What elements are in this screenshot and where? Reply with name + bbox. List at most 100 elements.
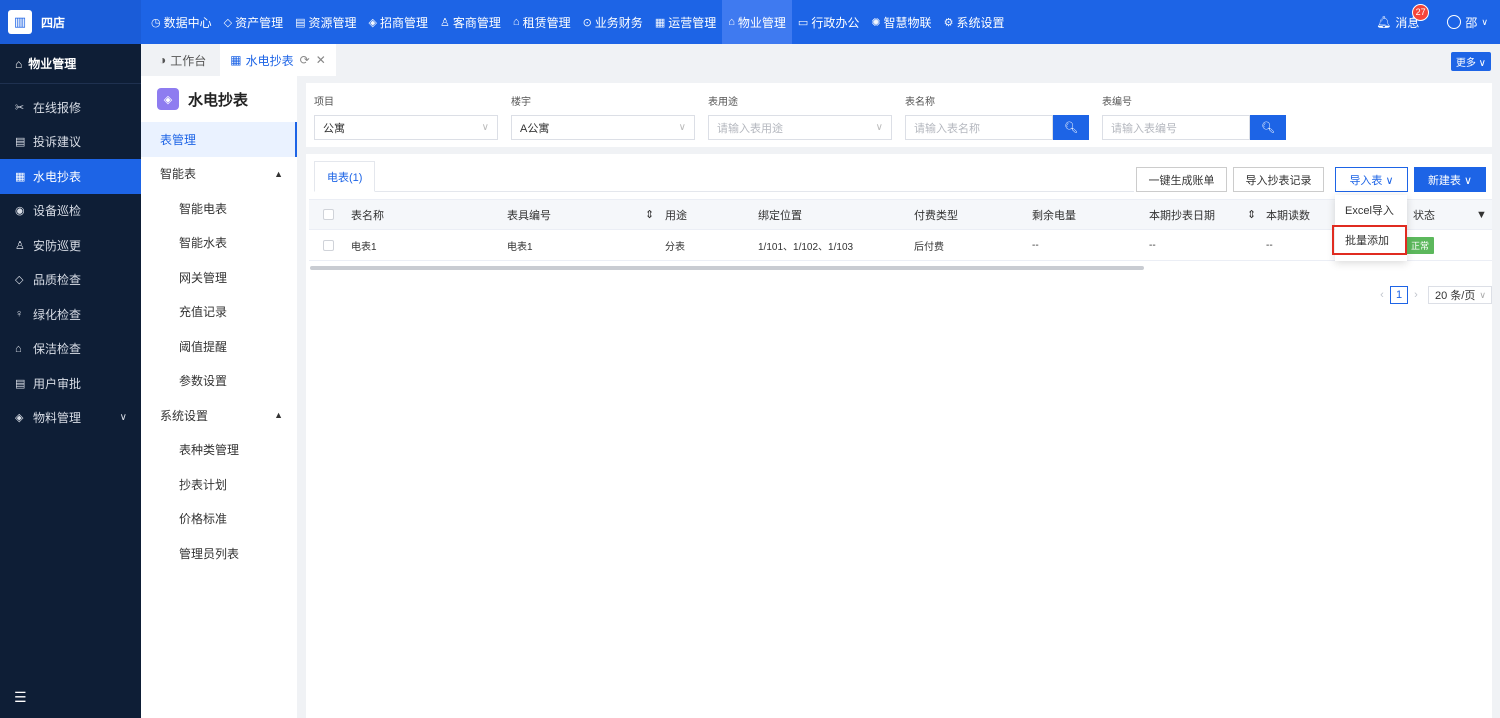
subnav-item-meter-mgmt[interactable]: 表管理 [141,122,297,157]
target-icon: ◉ [15,205,25,218]
user-avatar-icon [1447,15,1462,29]
subnav-item-smart-water[interactable]: 智能水表 [141,226,297,261]
brand[interactable]: ▥ 四店 [0,0,141,44]
import-records-button[interactable]: 导入抄表记录 [1233,167,1324,192]
sun-icon: ✺ [871,16,881,29]
bell-icon: 🔔︎ [1376,15,1392,29]
subnav-item-threshold[interactable]: 阈值提醒 [141,329,297,364]
row-checkbox[interactable] [323,230,334,260]
col-header: 用途 [665,209,687,222]
project-select[interactable]: 公寓 ∨ [314,115,498,140]
doc-icon: ▤ [15,136,26,149]
sidebar-item-meter-reading[interactable]: ▦ 水电抄表 [0,159,141,194]
cell-reading-date: -- [1149,239,1156,251]
subnav-item-params[interactable]: 参数设置 [141,364,297,399]
tab-workbench[interactable]: ◑ 工作台 [149,44,216,76]
sidebar-item-approval[interactable]: ▤ 用户审批 [0,366,141,401]
collapse-menu-icon[interactable]: ☰ [14,689,27,706]
sidebar-item-security[interactable]: ♙ 安防巡更 [0,228,141,263]
horizontal-scrollbar[interactable] [310,266,1144,270]
sidebar-item-greening[interactable]: ♀ 绿化检查 [0,297,141,332]
page-size-select[interactable]: 20 条/页 ∨ [1428,286,1492,304]
subnav-item-smart-electric[interactable]: 智能电表 [141,191,297,226]
col-header: 本期读数 [1266,209,1310,222]
nav-admin[interactable]: ▭ 行政办公 [792,0,865,44]
tab-meter-reading[interactable]: ▦ 水电抄表 ⟳ ✕ [220,44,336,76]
water-drop-icon: ◈ [157,88,179,110]
building-select[interactable]: A公寓 ∨ [511,115,695,140]
nav-operations[interactable]: ▦ 运营管理 [649,0,722,44]
nav-lease[interactable]: ⌂ 租赁管理 [507,0,577,44]
building-logo-icon: ▥ [8,10,32,34]
home-icon: ⌂ [15,56,23,71]
refresh-icon[interactable]: ⟳ [300,53,310,67]
nav-merchant[interactable]: ♙ 客商管理 [434,0,507,44]
next-page-icon[interactable]: › [1408,289,1424,301]
usage-select[interactable]: 请输入表用途 ∨ [708,115,892,140]
monitor-icon: ▭ [797,16,809,29]
close-icon[interactable]: ✕ [316,53,326,67]
sidebar-item-materials[interactable]: ◈ 物料管理 ∨ [0,401,141,436]
more-tabs-button[interactable]: 更多 ∨ [1450,52,1491,71]
search-button[interactable]: 🔍︎ [1250,115,1286,140]
filter-icon[interactable]: ▼ [1476,200,1487,229]
search-button[interactable]: 🔍︎ [1053,115,1089,140]
col-header: 剩余电量 [1032,209,1076,222]
nav-asset[interactable]: ◇ 资产管理 [218,0,289,44]
select-all-checkbox[interactable] [323,200,334,229]
nav-investment[interactable]: ◈ 招商管理 [363,0,434,44]
sidebar-item-cleaning[interactable]: ⌂ 保洁检查 [0,332,141,367]
table-row[interactable]: 电表1 电表1 分表 1/101、1/102、1/103 后付费 -- -- -… [309,230,1492,261]
subnav-item-admin-list[interactable]: 管理员列表 [141,536,297,571]
subnav-item-gateway[interactable]: 网关管理 [141,260,297,295]
tab-electric-meters[interactable]: 电表(1) [314,161,376,192]
nav-resource[interactable]: ▤ 资源管理 [289,0,362,44]
generate-bill-button[interactable]: 一键生成账单 [1136,167,1227,192]
filter-label: 楼宇 [511,97,531,108]
user-menu[interactable]: 邵 ∨ [1447,14,1488,31]
subnav-group-system[interactable]: 系统设置 ▲ [141,398,297,433]
sub-sidebar: ◈ 水电抄表 表管理 智能表 ▲ 智能电表 智能水表 网关管理 充值记录 阈值提醒… [141,76,297,718]
prev-page-icon[interactable]: ‹ [1374,289,1390,301]
sort-icon[interactable]: ⇕ [1247,200,1256,229]
page-number[interactable]: 1 [1390,286,1408,304]
sort-icon[interactable]: ⇕ [645,200,654,229]
excel-import-option[interactable]: Excel导入 [1335,195,1407,225]
new-table-button[interactable]: 新建表 ∨ [1414,167,1486,192]
nav-property[interactable]: ⌂ 物业管理 [722,0,792,44]
search-icon: 🔍︎ [1064,122,1078,134]
cell-code: 电表1 [507,241,533,253]
meter-name-input[interactable]: 请输入表名称 [905,115,1053,140]
search-icon: 🔍︎ [1261,122,1275,134]
chevron-down-icon: ∨ [119,412,127,424]
table-header: 表名称 表具编号 ⇕ 用途 绑定位置 付费类型 剩余电量 本期抄表日期 ⇕ 本期… [309,199,1492,230]
coin-icon: ⊙ [582,16,592,29]
nav-settings[interactable]: ⚙ 系统设置 [938,0,1011,44]
cell-reading: -- [1266,239,1273,251]
batch-add-option[interactable]: 批量添加 [1332,225,1407,255]
nav-data-center[interactable]: ◷ 数据中心 [145,0,218,44]
sidebar-item-complaints[interactable]: ▤ 投诉建议 [0,125,141,160]
meter-no-input[interactable]: 请输入表编号 [1102,115,1250,140]
sidebar-header[interactable]: ⌂ 物业管理 [0,44,141,84]
chevron-down-icon: ∨ [875,122,883,133]
subnav-group-smart-meters[interactable]: 智能表 ▲ [141,157,297,192]
import-table-button[interactable]: 导入表 ∨ [1335,167,1408,192]
chevron-down-icon: ∨ [1481,16,1488,27]
sidebar-item-equipment[interactable]: ◉ 设备巡检 [0,194,141,229]
subnav-item-meter-types[interactable]: 表种类管理 [141,433,297,468]
filter-label: 表用途 [708,97,738,108]
nav-iot[interactable]: ✺ 智慧物联 [865,0,937,44]
subnav-item-price-standard[interactable]: 价格标准 [141,502,297,537]
messages-button[interactable]: 🔔︎ 消息 27 [1376,3,1430,31]
subnav-item-recharge[interactable]: 充值记录 [141,295,297,330]
cell-usage: 分表 [665,241,685,253]
sidebar-item-repair[interactable]: ✂ 在线报修 [0,90,141,125]
sidebar-item-quality[interactable]: ◇ 品质检查 [0,263,141,298]
filter-meter-name: 表名称 请输入表名称 🔍︎ [905,93,1089,140]
subnav-item-reading-plan[interactable]: 抄表计划 [141,467,297,502]
nav-finance[interactable]: ⊙ 业务财务 [577,0,649,44]
page-tabs: ◑ 工作台 ▦ 水电抄表 ⟳ ✕ 更多 ∨ [141,44,1500,76]
main-content: 电表(1) 一键生成账单 导入抄表记录 导入表 ∨ 新建表 ∨ 表名称 表具编号… [306,154,1492,718]
chevron-down-icon: ∨ [1479,289,1486,300]
